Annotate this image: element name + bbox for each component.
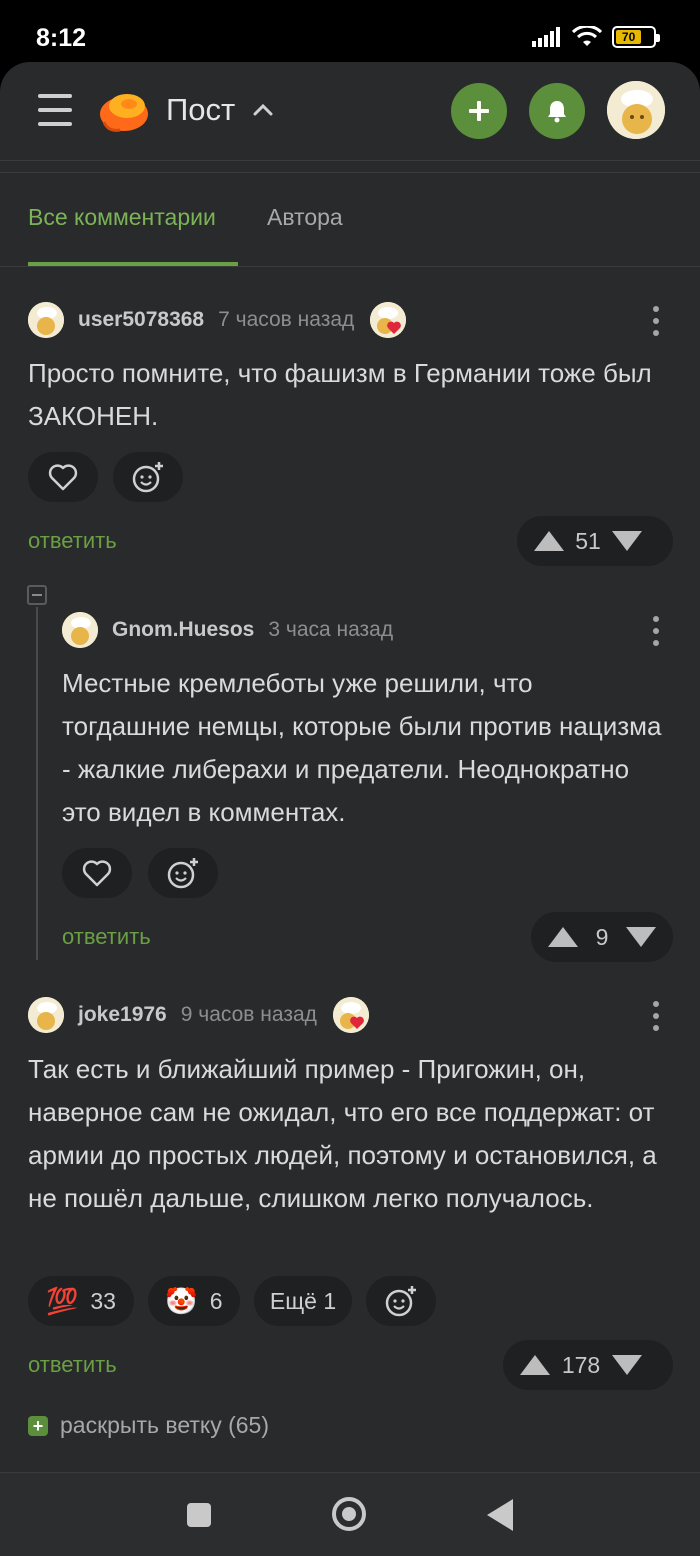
add-reaction-button[interactable] [366,1276,436,1326]
notifications-button[interactable] [529,83,585,139]
more-options-icon[interactable] [652,306,660,336]
comment-text: Так есть и ближайший пример - Пригожин, … [28,1054,657,1213]
comment-username[interactable]: Gnom.Huesos [112,618,254,642]
comment-username[interactable]: joke1976 [78,1003,167,1027]
thread-line[interactable] [36,607,38,960]
avatar[interactable] [62,612,98,648]
rating-count: 51 [575,527,601,554]
header-divider [0,160,700,161]
heart-icon [48,464,78,491]
app-panel: Пост Все комментарии Автора user5078368 … [0,62,700,1556]
clown-face-icon: 🤡 [165,1286,198,1316]
avatar[interactable] [28,302,64,338]
add-emoji-icon [167,858,198,889]
reaction-100[interactable]: 💯 33 [28,1276,134,1326]
plus-icon [469,101,489,121]
comment-time[interactable]: 3 часа назад [268,618,393,642]
expand-thread-label: раскрыть ветку (65) [60,1412,270,1438]
plus-icon: + [28,1415,48,1436]
top-bar: Пост [0,62,700,160]
tab-all-comments[interactable]: Все комментарии [28,204,216,231]
rating-control: 178 [503,1340,673,1390]
bell-icon [548,101,566,123]
collapse-thread-button[interactable] [27,585,47,605]
avatar[interactable] [28,997,64,1033]
wifi-icon [572,26,602,46]
add-emoji-icon [385,1286,416,1317]
add-reaction-button[interactable] [148,848,218,898]
more-options-icon[interactable] [652,1001,660,1031]
home-icon[interactable] [332,1497,366,1531]
comment-time[interactable]: 7 часов назад [218,308,354,332]
upvote-icon[interactable] [520,1355,550,1375]
rating-count: 9 [595,923,609,950]
add-reaction-button[interactable] [113,452,183,502]
rating-control: 51 [517,516,673,566]
signal-icon [532,27,560,47]
reply-button[interactable]: ответить [28,528,117,554]
comment-tabs: Все комментарии Автора [0,182,700,268]
expand-thread-button[interactable]: + раскрыть ветку (65) [28,1412,269,1439]
header-divider-2 [0,172,700,173]
battery-level: 70 [616,30,642,44]
rating-control: 9 [531,912,673,962]
heart-icon [82,860,112,887]
battery-icon: 70 [612,26,660,48]
status-icons: 70 [532,26,660,48]
recent-apps-icon[interactable] [187,1503,211,1527]
comment-text: Просто помните, что фашизм в Германии то… [28,358,652,431]
award-badge-icon[interactable] [332,997,369,1033]
downvote-icon[interactable] [612,531,642,551]
upvote-icon[interactable] [548,927,578,947]
reaction-count: 6 [209,1287,223,1314]
add-emoji-icon [132,462,163,493]
comment-header: joke1976 9 часов назад [28,995,369,1035]
reply-button[interactable]: ответить [62,924,151,950]
reaction-clown[interactable]: 🤡 6 [148,1276,240,1326]
downvote-icon[interactable] [612,1355,642,1375]
user-avatar[interactable] [607,81,665,139]
tabs-divider [0,266,700,267]
reply-button[interactable]: ответить [28,1352,117,1378]
tab-author[interactable]: Автора [267,204,343,231]
rating-count: 178 [561,1351,601,1378]
more-options-icon[interactable] [652,616,660,646]
status-time: 8:12 [36,24,87,52]
add-post-button[interactable] [451,83,507,139]
comment-time[interactable]: 9 часов назад [181,1003,317,1027]
more-reactions-button[interactable]: Ещё 1 [254,1276,352,1326]
avatar-image [607,81,665,139]
comment-header: user5078368 7 часов назад [28,300,407,340]
chevron-up-icon[interactable] [252,102,274,116]
pikabu-logo[interactable] [98,84,150,134]
downvote-icon[interactable] [626,927,656,947]
system-nav-bar [0,1472,700,1556]
status-bar: 8:12 70 [0,0,700,70]
comment-text: Местные кремлеботы уже решили, что тогда… [62,668,662,827]
page-title[interactable]: Пост [166,92,235,128]
upvote-icon[interactable] [534,531,564,551]
menu-icon[interactable] [38,94,72,126]
like-button[interactable] [62,848,132,898]
award-badge-icon[interactable] [370,302,407,338]
back-icon[interactable] [487,1499,513,1531]
hundred-points-icon: 💯 [46,1286,79,1316]
like-button[interactable] [28,452,98,502]
reaction-count: 33 [90,1287,116,1314]
comment-header: Gnom.Huesos 3 часа назад [62,610,393,650]
comment-username[interactable]: user5078368 [78,308,204,332]
